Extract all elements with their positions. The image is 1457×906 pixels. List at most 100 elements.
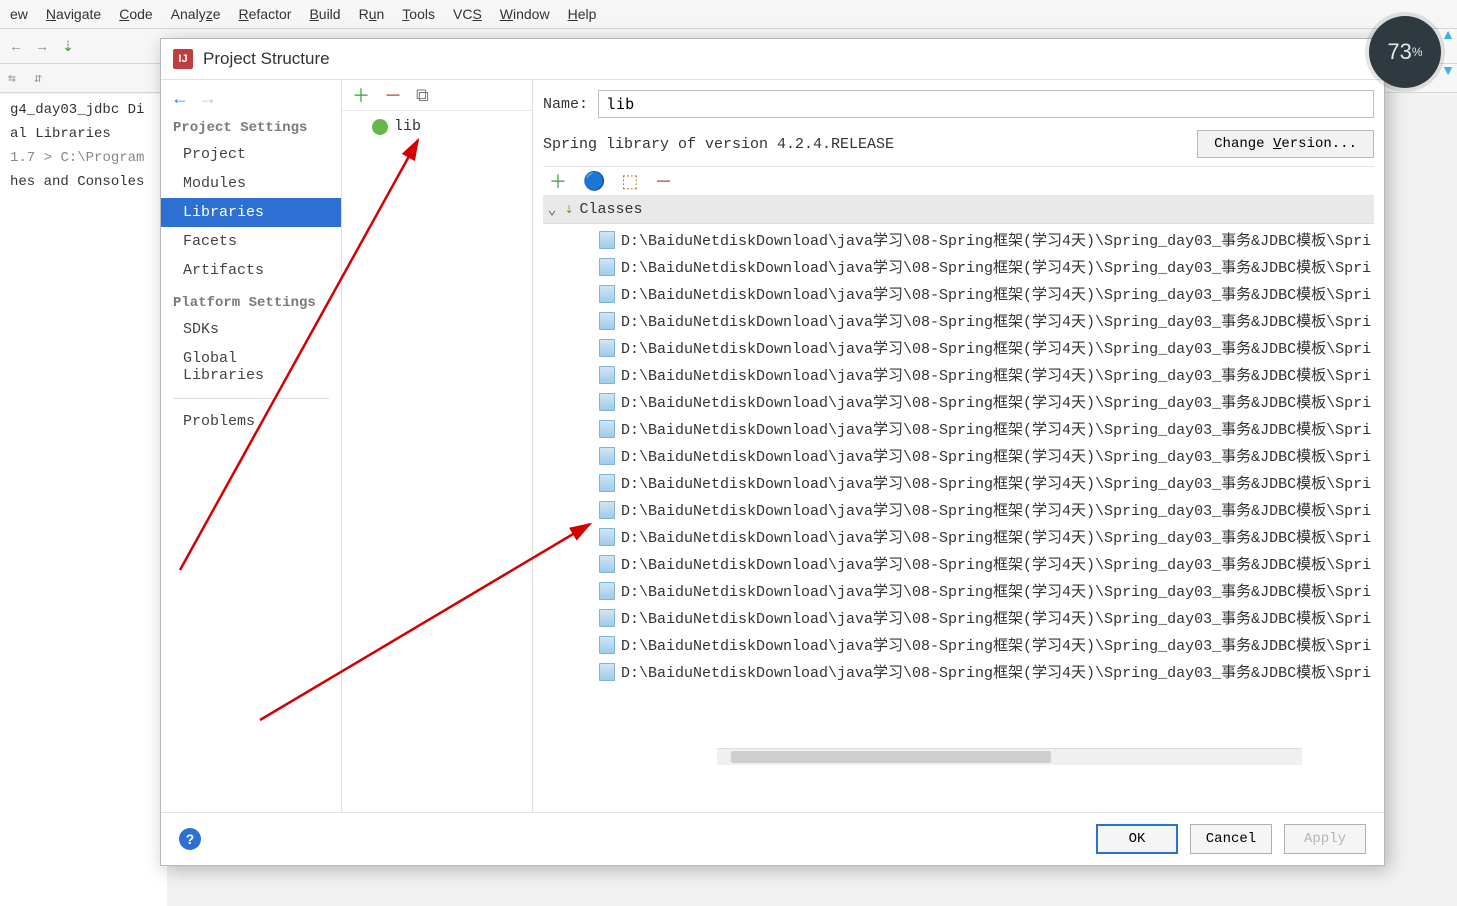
library-toolbar: ＋ － ⧉ [342, 80, 532, 111]
sidebar-item-artifacts[interactable]: Artifacts [161, 256, 341, 285]
section-project-settings: Project Settings [161, 110, 341, 140]
classpath-entry[interactable]: D:\BaiduNetdiskDownload\java学习\08-Spring… [543, 469, 1374, 496]
add-doc-icon[interactable]: ⬚ [621, 171, 638, 192]
jar-file-icon [599, 582, 615, 600]
library-name-input[interactable] [598, 90, 1374, 118]
classpath-text: D:\BaiduNetdiskDownload\java学习\08-Spring… [621, 256, 1371, 277]
menu-vcs[interactable]: VCS [453, 6, 482, 22]
classes-tree[interactable]: D:\BaiduNetdiskDownload\java学习\08-Spring… [543, 224, 1374, 812]
classes-toolbar: ＋ 🔵 ⬚ － [543, 166, 1374, 196]
classpath-entry[interactable]: D:\BaiduNetdiskDownload\java学习\08-Spring… [543, 361, 1374, 388]
project-tree[interactable]: g4_day03_jdbc Di al Libraries 1.7 > C:\P… [0, 94, 167, 906]
gauge-down-icon[interactable]: ▼ [1441, 62, 1455, 78]
sidebar-item-project[interactable]: Project [161, 140, 341, 169]
cancel-button[interactable]: Cancel [1190, 824, 1272, 854]
menu-navigate[interactable]: Navigate [46, 6, 101, 22]
jar-file-icon [599, 636, 615, 654]
classpath-text: D:\BaiduNetdiskDownload\java学习\08-Spring… [621, 580, 1371, 601]
sidebar-item-global-libraries[interactable]: Global Libraries [161, 344, 341, 390]
library-version-text: Spring library of version 4.2.4.RELEASE [543, 136, 894, 153]
horizontal-scrollbar[interactable] [717, 748, 1302, 765]
back-icon[interactable]: ← [6, 36, 26, 56]
menu-tools[interactable]: Tools [402, 6, 435, 22]
list-item[interactable]: g4_day03_jdbc Di [6, 98, 161, 122]
classpath-entry[interactable]: D:\BaiduNetdiskDownload\java学习\08-Spring… [543, 280, 1374, 307]
apply-button[interactable]: Apply [1284, 824, 1366, 854]
classpath-text: D:\BaiduNetdiskDownload\java学习\08-Spring… [621, 229, 1371, 250]
divider [173, 398, 329, 399]
project-structure-dialog: IJ Project Structure ← → Project Setting… [160, 38, 1385, 866]
jar-file-icon [599, 555, 615, 573]
chevron-down-icon[interactable]: ⌄ [545, 200, 559, 219]
jar-file-icon [599, 474, 615, 492]
jar-file-icon [599, 393, 615, 411]
jar-file-icon [599, 285, 615, 303]
jar-file-icon [599, 312, 615, 330]
classpath-text: D:\BaiduNetdiskDownload\java学习\08-Spring… [621, 283, 1371, 304]
classpath-entry[interactable]: D:\BaiduNetdiskDownload\java学习\08-Spring… [543, 334, 1374, 361]
copy-library-icon[interactable]: ⧉ [416, 85, 429, 106]
classpath-text: D:\BaiduNetdiskDownload\java学习\08-Spring… [621, 445, 1371, 466]
add-library-icon[interactable]: ＋ [352, 82, 370, 108]
classpath-entry[interactable]: D:\BaiduNetdiskDownload\java学习\08-Spring… [543, 631, 1374, 658]
intellij-icon: IJ [173, 49, 193, 69]
change-version-button[interactable]: Change Version... [1197, 130, 1374, 158]
remove-library-icon[interactable]: － [384, 82, 402, 108]
classpath-entry[interactable]: D:\BaiduNetdiskDownload\java学习\08-Spring… [543, 550, 1374, 577]
menu-ew[interactable]: ew [10, 6, 28, 22]
list-item[interactable]: 1.7 > C:\Program [6, 146, 161, 170]
jar-file-icon [599, 609, 615, 627]
add-root-icon[interactable]: ＋ [549, 168, 567, 194]
classpath-text: D:\BaiduNetdiskDownload\java学习\08-Spring… [621, 364, 1371, 385]
menu-help[interactable]: Help [568, 6, 597, 22]
classpath-entry[interactable]: D:\BaiduNetdiskDownload\java学习\08-Spring… [543, 442, 1374, 469]
jar-file-icon [599, 501, 615, 519]
jar-file-icon [599, 231, 615, 249]
classpath-entry[interactable]: D:\BaiduNetdiskDownload\java学习\08-Spring… [543, 307, 1374, 334]
sidebar-item-sdks[interactable]: SDKs [161, 315, 341, 344]
list-item[interactable]: hes and Consoles [6, 170, 161, 194]
menu-code[interactable]: Code [119, 6, 152, 22]
jar-file-icon [599, 339, 615, 357]
remove-root-icon[interactable]: － [654, 168, 672, 194]
classpath-entry[interactable]: D:\BaiduNetdiskDownload\java学习\08-Spring… [543, 388, 1374, 415]
classpath-text: D:\BaiduNetdiskDownload\java学习\08-Spring… [621, 661, 1371, 682]
menu-build[interactable]: Build [309, 6, 340, 22]
menu-refactor[interactable]: Refactor [239, 6, 292, 22]
ok-button[interactable]: OK [1096, 824, 1178, 854]
dialog-title: IJ Project Structure [161, 39, 1384, 80]
menu-run[interactable]: Run [359, 6, 385, 22]
binary-icon[interactable]: ⇣ [58, 36, 78, 56]
jar-file-icon [599, 447, 615, 465]
menu-window[interactable]: Window [500, 6, 550, 22]
nav-back-icon[interactable]: ← [171, 88, 189, 109]
gauge-up-icon[interactable]: ▲ [1441, 26, 1455, 42]
classpath-entry[interactable]: D:\BaiduNetdiskDownload\java学习\08-Spring… [543, 496, 1374, 523]
dialog-button-bar: ? OK Cancel Apply [161, 812, 1384, 865]
section-platform-settings: Platform Settings [161, 285, 341, 315]
sidebar-item-facets[interactable]: Facets [161, 227, 341, 256]
classpath-entry[interactable]: D:\BaiduNetdiskDownload\java学习\08-Spring… [543, 253, 1374, 280]
memory-gauge[interactable]: 73% ▲ ▼ [1369, 16, 1441, 88]
classpath-entry[interactable]: D:\BaiduNetdiskDownload\java学习\08-Spring… [543, 523, 1374, 550]
sidebar-item-libraries[interactable]: Libraries [161, 198, 341, 227]
classpath-text: D:\BaiduNetdiskDownload\java学习\08-Spring… [621, 391, 1371, 412]
help-icon[interactable]: ? [179, 828, 201, 850]
sidebar-item-modules[interactable]: Modules [161, 169, 341, 198]
sidebar-item-problems[interactable]: Problems [161, 407, 341, 436]
classpath-entry[interactable]: D:\BaiduNetdiskDownload\java学习\08-Spring… [543, 604, 1374, 631]
list-item[interactable]: al Libraries [6, 122, 161, 146]
classpath-entry[interactable]: D:\BaiduNetdiskDownload\java学习\08-Spring… [543, 658, 1374, 685]
library-item-lib[interactable]: lib [342, 115, 532, 138]
classes-group-header[interactable]: ⌄ ⇣ Classes [543, 196, 1374, 224]
classes-icon: ⇣ [565, 201, 573, 218]
forward-icon[interactable]: → [32, 36, 52, 56]
nav-forward-icon[interactable]: → [199, 88, 217, 109]
classpath-entry[interactable]: D:\BaiduNetdiskDownload\java学习\08-Spring… [543, 415, 1374, 442]
classpath-text: D:\BaiduNetdiskDownload\java学习\08-Spring… [621, 472, 1371, 493]
menu-analyze[interactable]: Analyze [171, 6, 221, 22]
classpath-text: D:\BaiduNetdiskDownload\java学习\08-Spring… [621, 418, 1371, 439]
add-from-maven-icon[interactable]: 🔵 [583, 171, 605, 192]
classpath-entry[interactable]: D:\BaiduNetdiskDownload\java学习\08-Spring… [543, 577, 1374, 604]
classpath-entry[interactable]: D:\BaiduNetdiskDownload\java学习\08-Spring… [543, 226, 1374, 253]
